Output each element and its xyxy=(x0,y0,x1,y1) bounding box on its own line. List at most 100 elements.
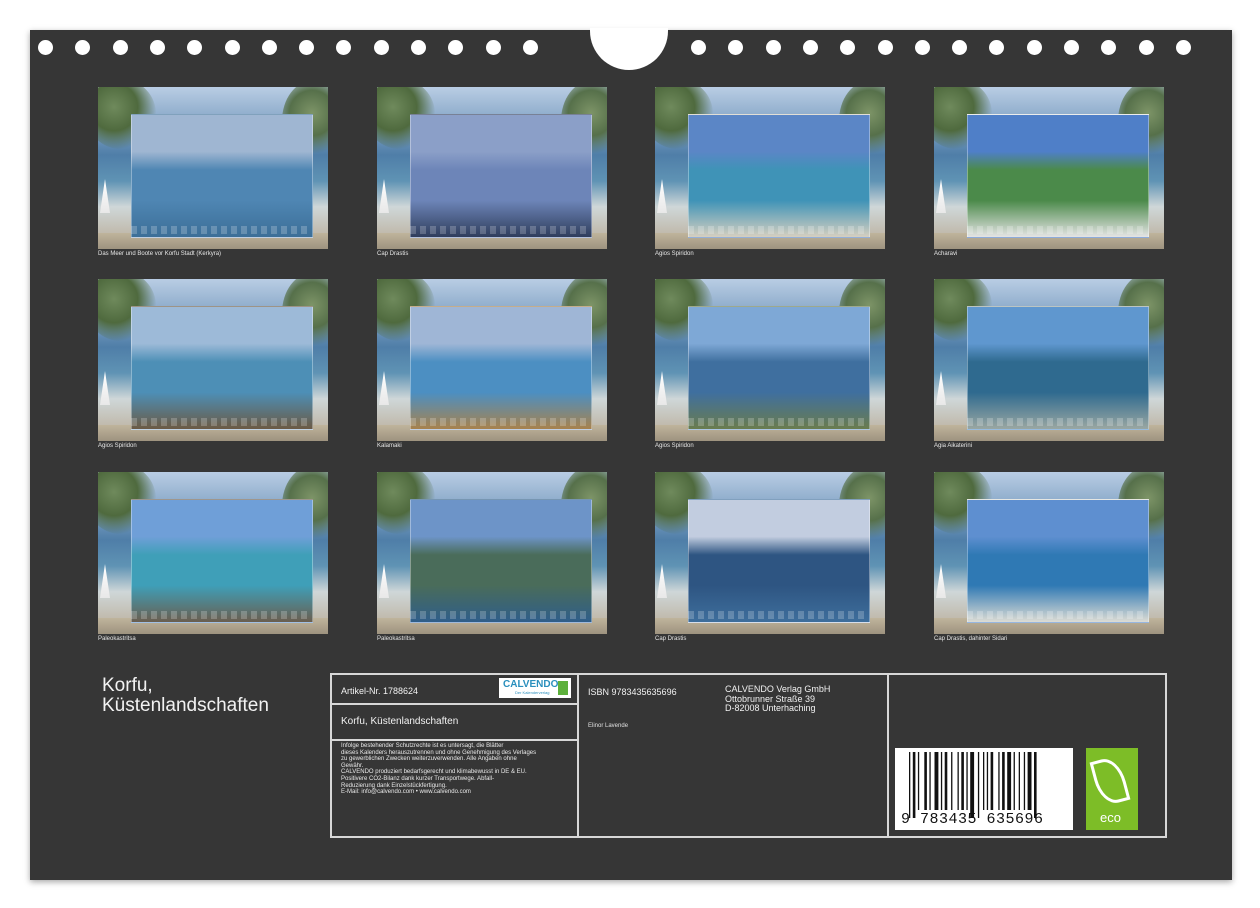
barcode-bar xyxy=(1018,752,1020,810)
logo-mark-icon xyxy=(558,681,568,695)
binding-hole xyxy=(38,40,53,55)
photo-thumb[interactable]: Agios Spiridon xyxy=(655,87,885,262)
binding-hole xyxy=(75,40,91,55)
binding-hole xyxy=(840,40,856,55)
photo-thumb[interactable]: Agios Spiridon xyxy=(98,279,328,454)
binding-hole xyxy=(224,40,240,55)
publisher-address: CALVENDO Verlag GmbH Ottobrunner Straße … xyxy=(725,684,830,714)
legal-line: zu gewerblichen Zwecken weiterzuverwende… xyxy=(341,756,517,763)
barcode-bar xyxy=(977,752,980,818)
binding-hole xyxy=(411,40,426,55)
barcode-bar xyxy=(909,752,911,818)
photo-thumb[interactable]: Acharavi xyxy=(934,87,1164,262)
binding-hole xyxy=(1026,40,1042,55)
photo-image xyxy=(377,472,607,634)
photo-image xyxy=(377,279,607,441)
author: Elinor Lavende xyxy=(588,723,629,729)
photo-caption: Agios Spiridon xyxy=(655,443,694,449)
divider xyxy=(332,739,578,741)
isbn-barcode: 9 783435 635696 xyxy=(895,748,1073,830)
isbn: ISBN 9783435635696 xyxy=(588,687,677,697)
hanger-notch xyxy=(590,28,668,70)
calendar-title-line1: Korfu, xyxy=(102,675,153,696)
barcode-bar xyxy=(1034,752,1037,818)
photo-caption: Cap Drastis, dahinter Sidari xyxy=(934,636,1008,642)
calendar-back-cover: Das Meer und Boote vor Korfu Stadt (Kerk… xyxy=(30,28,1232,880)
photo-image xyxy=(934,472,1164,634)
photo-image xyxy=(377,87,607,249)
photo-image xyxy=(655,87,885,249)
divider xyxy=(887,675,889,836)
photo-caption: Agia Aikaterini xyxy=(934,443,973,449)
photo-thumb[interactable]: Agios Spiridon xyxy=(655,279,885,454)
photo-thumb[interactable]: Cap Drastis, dahinter Sidari xyxy=(934,472,1164,647)
imprint-box: Artikel-Nr. 1788624 CALVENDO Der Kalende… xyxy=(330,673,1167,838)
book-title: Korfu, Küstenlandschaften xyxy=(341,716,459,727)
barcode-bar xyxy=(1013,752,1015,810)
photo-caption: Cap Drastis xyxy=(377,251,409,257)
barcode-bar xyxy=(983,752,985,810)
barcode-bar xyxy=(951,752,953,810)
eco-badge: eco xyxy=(1086,748,1138,830)
photo-caption: Agios Spiridon xyxy=(98,443,137,449)
photo-thumb[interactable]: Das Meer und Boote vor Korfu Stadt (Kerk… xyxy=(98,87,328,262)
photo-thumb[interactable]: Kalamaki xyxy=(377,279,607,454)
photo-thumb[interactable]: Agia Aikaterini xyxy=(934,279,1164,454)
divider xyxy=(577,675,579,836)
binding-hole xyxy=(952,40,968,55)
barcode-bar xyxy=(986,752,989,810)
barcode-bar xyxy=(912,752,916,818)
barcode-bar xyxy=(1023,752,1026,810)
photo-thumb[interactable]: Cap Drastis xyxy=(655,472,885,647)
binding-hole xyxy=(802,40,818,55)
binding-hole xyxy=(149,40,165,55)
eco-label: eco xyxy=(1100,810,1121,825)
legal-line: Positivere CO2-Bilanz dank kurzer Transp… xyxy=(341,775,495,782)
photo-image xyxy=(655,279,885,441)
binding-hole xyxy=(691,40,706,55)
barcode-bar xyxy=(990,752,994,810)
binding-hole xyxy=(877,40,893,55)
binding-hole xyxy=(336,40,352,55)
calendar-title: Korfu, Küstenlandschaften xyxy=(102,676,269,716)
photo-caption: Acharavi xyxy=(934,251,958,257)
barcode-bar xyxy=(944,752,948,810)
barcode-bar xyxy=(1007,752,1012,810)
binding-hole xyxy=(112,40,128,55)
barcode-digits: 9 783435 635696 xyxy=(901,811,1044,828)
photo-thumb[interactable]: Paleokastritsa xyxy=(377,472,607,647)
barcode-bar xyxy=(970,752,975,818)
binding-hole xyxy=(522,40,538,55)
barcode-bar xyxy=(998,752,1000,810)
binding-hole xyxy=(448,40,464,55)
photo-caption: Paleokastritsa xyxy=(98,636,136,642)
barcode-bar xyxy=(1027,752,1032,810)
barcode-bar xyxy=(924,752,927,810)
barcode-bar xyxy=(957,752,959,810)
publisher-line: D-82008 Unterhaching xyxy=(725,703,816,714)
photo-thumb[interactable]: Cap Drastis xyxy=(377,87,607,262)
legal-line: Reduzierung dank Einzelstückfertigung. xyxy=(341,782,447,789)
divider xyxy=(332,703,578,705)
leaf-icon xyxy=(1089,754,1131,808)
binding-hole xyxy=(1138,40,1154,55)
photo-image xyxy=(98,279,328,441)
binding-hole xyxy=(261,40,277,55)
article-number: Artikel-Nr. 1788624 xyxy=(341,686,419,696)
barcode-bar xyxy=(917,752,920,810)
photo-caption: Kalamaki xyxy=(377,443,402,449)
photo-image xyxy=(655,472,885,634)
photo-thumb[interactable]: Paleokastritsa xyxy=(98,472,328,647)
barcode-bar xyxy=(961,752,964,810)
calendar-title-line2: Küstenlandschaften xyxy=(102,695,269,716)
photo-image xyxy=(98,472,328,634)
barcode-bar xyxy=(929,752,931,810)
photo-caption: Das Meer und Boote vor Korfu Stadt (Kerk… xyxy=(98,251,222,257)
binding-hole xyxy=(1101,40,1117,55)
barcode-bar xyxy=(940,752,943,810)
binding-hole xyxy=(1064,40,1079,55)
barcode-bar xyxy=(1002,752,1005,810)
logo-wordmark: CALVENDO xyxy=(503,679,559,690)
legal-text: Infolge bestehender Schutzrechte ist es … xyxy=(341,743,536,796)
photo-caption: Paleokastritsa xyxy=(377,636,415,642)
